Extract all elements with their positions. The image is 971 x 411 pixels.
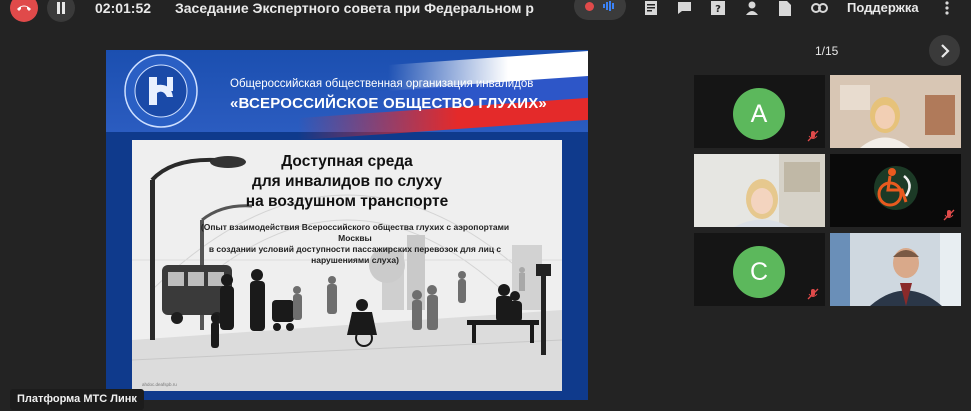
record-icon bbox=[584, 1, 594, 11]
more-menu-button[interactable] bbox=[938, 0, 956, 16]
participant-video-woman-blonde bbox=[830, 75, 961, 148]
slide-counter: 1/15 bbox=[815, 44, 839, 58]
slide-subtitle-line: нарушениями слуха) bbox=[311, 255, 399, 265]
chat-button[interactable] bbox=[675, 0, 693, 16]
chat-icon bbox=[677, 2, 691, 14]
organization-name: «ВСЕРОССИЙСКОЕ ОБЩЕСТВО ГЛУХИХ» bbox=[230, 95, 547, 112]
participant-tile[interactable] bbox=[830, 75, 961, 148]
participant-tile[interactable]: А bbox=[694, 75, 825, 148]
wheelchair-logo-icon bbox=[830, 154, 961, 227]
end-call-icon bbox=[17, 5, 31, 11]
slide-title-line: Доступная среда bbox=[281, 153, 413, 170]
file-icon bbox=[779, 0, 791, 16]
slide-subtitle: (Опыт взаимодействия Всероссийского обще… bbox=[200, 222, 510, 266]
link-button[interactable] bbox=[810, 0, 828, 16]
notes-button[interactable] bbox=[642, 0, 660, 16]
top-bar: 02:01:52 Заседание Экспертного совета пр… bbox=[0, 0, 971, 22]
slide-subtitle-line: в создании условий доступности пассажирс… bbox=[208, 244, 502, 254]
support-link[interactable]: Поддержка bbox=[847, 0, 919, 15]
chevron-right-icon bbox=[940, 43, 950, 58]
call-timer: 02:01:52 bbox=[95, 0, 152, 16]
recording-indicator[interactable] bbox=[574, 0, 626, 20]
participant-tile[interactable] bbox=[830, 154, 961, 227]
link-icon bbox=[810, 3, 828, 13]
pause-icon bbox=[57, 2, 65, 14]
files-button[interactable] bbox=[776, 0, 794, 16]
help-button[interactable]: ? bbox=[709, 0, 727, 16]
next-slide-button[interactable] bbox=[929, 35, 960, 66]
slide-title: Доступная среда для инвалидов по слуху н… bbox=[132, 152, 562, 212]
mic-muted-icon bbox=[807, 288, 819, 300]
slide-content: Доступная среда для инвалидов по слуху н… bbox=[132, 140, 562, 391]
meeting-title: Заседание Экспертного совета при Федерал… bbox=[175, 0, 534, 16]
participant-avatar: С bbox=[733, 246, 785, 298]
mic-muted-icon bbox=[807, 130, 819, 142]
participants-icon bbox=[746, 1, 758, 15]
slide-header: Общероссийская общественная организация … bbox=[106, 50, 588, 141]
participant-tile[interactable]: С bbox=[694, 233, 825, 306]
participant-video-man-suit bbox=[830, 233, 961, 306]
presentation-slide: Общероссийская общественная организация … bbox=[106, 50, 588, 400]
svg-text:?: ? bbox=[715, 4, 721, 15]
slide-footer-url: ahdoc.deafspb.ru bbox=[142, 382, 177, 387]
participant-tile[interactable] bbox=[830, 233, 961, 306]
participants-button[interactable] bbox=[743, 0, 761, 16]
pause-button[interactable] bbox=[47, 0, 75, 22]
participant-avatar: А bbox=[733, 88, 785, 140]
notes-icon bbox=[645, 1, 657, 15]
slide-title-line: для инвалидов по слуху bbox=[251, 173, 443, 190]
end-call-button[interactable] bbox=[10, 0, 38, 22]
mic-muted-icon bbox=[943, 209, 955, 221]
vog-emblem-logo bbox=[124, 54, 198, 128]
platform-label: Платформа МТС Линк bbox=[10, 389, 144, 410]
participant-tile[interactable] bbox=[694, 154, 825, 227]
slide-subtitle-line: (Опыт взаимодействия Всероссийского обще… bbox=[200, 222, 510, 243]
audio-wave-icon bbox=[603, 1, 615, 11]
participant-video-woman-office bbox=[694, 154, 825, 227]
more-icon bbox=[945, 1, 949, 15]
help-icon: ? bbox=[711, 1, 725, 15]
slide-title-line: на воздушном транспорте bbox=[245, 193, 449, 210]
organization-subtitle: Общероссийская общественная организация … bbox=[230, 78, 534, 90]
